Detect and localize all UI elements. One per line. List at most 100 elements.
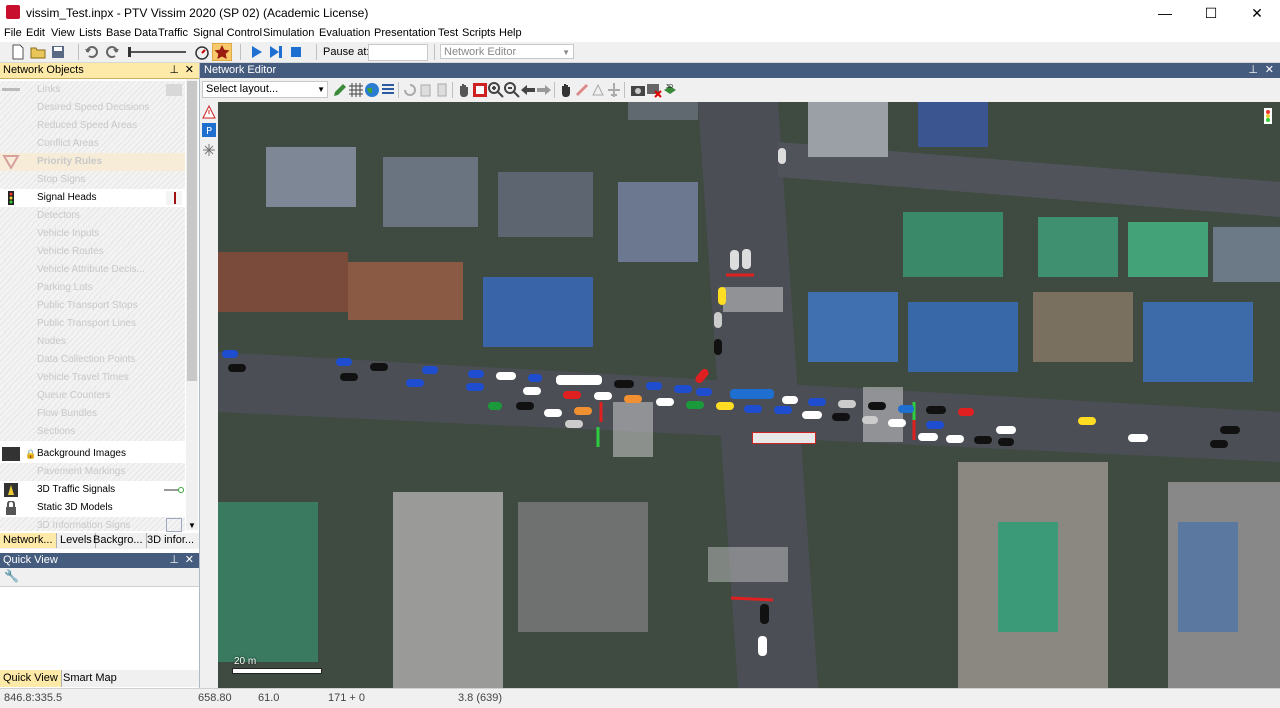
simple-network-icon[interactable]: [590, 82, 606, 98]
minimize-button[interactable]: —: [1142, 0, 1188, 26]
menu-simulation[interactable]: Simulation: [263, 27, 314, 39]
single-step-icon[interactable]: [268, 44, 284, 60]
menu-file[interactable]: File: [4, 27, 22, 39]
next-view-icon[interactable]: [536, 82, 552, 98]
list-item[interactable]: Sections: [0, 423, 185, 441]
panel-close-icon[interactable]: ✕: [185, 553, 194, 568]
list-item[interactable]: Nodes: [0, 333, 185, 351]
menu-base-data[interactable]: Base Data: [106, 27, 157, 39]
tab-3d-information[interactable]: 3D infor...: [144, 533, 197, 548]
pause-at-input[interactable]: [368, 44, 428, 61]
scale-label: 20 m: [234, 656, 257, 667]
list-item[interactable]: Data Collection Points: [0, 351, 185, 369]
menu-edit[interactable]: Edit: [26, 27, 45, 39]
list-item[interactable]: 3D Information Signs: [0, 517, 185, 532]
menu-scripts[interactable]: Scripts: [462, 27, 496, 39]
menu-lists[interactable]: Lists: [79, 27, 102, 39]
airplane-icon[interactable]: [606, 82, 622, 98]
layout-select[interactable]: Select layout... ▼: [202, 81, 328, 98]
list-item[interactable]: 🔒 Background Images: [0, 445, 185, 463]
rotate-icon[interactable]: [402, 82, 418, 98]
undo-icon[interactable]: [84, 44, 100, 60]
list-item[interactable]: Parking Lots: [0, 279, 185, 297]
crosshair-icon[interactable]: [202, 143, 216, 157]
open-folder-icon[interactable]: [30, 44, 46, 60]
list-item[interactable]: Signal Heads: [0, 189, 185, 207]
menu-signal-control[interactable]: Signal Control: [193, 27, 262, 39]
list-item[interactable]: Reduced Speed Areas: [0, 117, 185, 135]
quick-mode-star-icon[interactable]: [212, 43, 232, 61]
pin-icon[interactable]: ⊥: [169, 63, 179, 78]
pin-icon[interactable]: ⊥: [1248, 63, 1258, 78]
edit-layout-icon[interactable]: [332, 82, 348, 98]
menu-help[interactable]: Help: [499, 27, 522, 39]
list-item[interactable]: Desired Speed Decisions: [0, 99, 185, 117]
measure-icon[interactable]: [574, 82, 590, 98]
screenshot-camera-icon[interactable]: [630, 82, 646, 98]
tab-network-objects[interactable]: Network...: [0, 533, 57, 548]
network-objects-scrollbar[interactable]: ▼: [186, 79, 198, 530]
list-item[interactable]: Priority Rules: [0, 153, 185, 171]
scroll-down-icon[interactable]: ▼: [188, 521, 196, 530]
list-item[interactable]: Vehicle Travel Times: [0, 369, 185, 387]
warning-icon[interactable]: [202, 105, 216, 119]
list-item[interactable]: Public Transport Stops: [0, 297, 185, 315]
close-button[interactable]: ✕: [1234, 0, 1280, 26]
list-item[interactable]: Static 3D Models: [0, 499, 185, 517]
lock-icon[interactable]: 🔒: [25, 445, 36, 463]
menu-evaluation[interactable]: Evaluation: [319, 27, 370, 39]
new-file-icon[interactable]: [10, 44, 26, 60]
list-item[interactable]: Pavement Markings: [0, 463, 185, 481]
globe-icon[interactable]: [364, 82, 380, 98]
list-item[interactable]: Vehicle Attribute Decis...: [0, 261, 185, 279]
list-icon[interactable]: [380, 82, 396, 98]
tab-backgrounds[interactable]: Backgro...: [90, 533, 147, 548]
paste-icon[interactable]: [434, 82, 450, 98]
maximize-button[interactable]: ☐: [1188, 0, 1234, 26]
list-item[interactable]: Links: [0, 81, 185, 99]
grab-hand-icon[interactable]: [558, 82, 574, 98]
stop-icon[interactable]: [288, 44, 304, 60]
panel-close-icon[interactable]: ✕: [185, 63, 194, 78]
priority-rules-icon: [2, 155, 20, 169]
list-item[interactable]: 3D Traffic Signals: [0, 481, 185, 499]
tab-quick-view[interactable]: Quick View: [0, 670, 62, 687]
wrench-icon[interactable]: 🔧: [4, 569, 19, 583]
copy-icon[interactable]: [418, 82, 434, 98]
menu-bar: File Edit View Lists Base Data Traffic S…: [0, 26, 1280, 42]
slider-thumb[interactable]: [128, 47, 131, 57]
delete-recording-icon[interactable]: [646, 82, 662, 98]
menu-test[interactable]: Test: [438, 27, 458, 39]
list-item[interactable]: Stop Signs: [0, 171, 185, 189]
list-item[interactable]: Conflict Areas: [0, 135, 185, 153]
menu-view[interactable]: View: [51, 27, 75, 39]
parking-icon[interactable]: P: [202, 123, 216, 137]
menu-presentation[interactable]: Presentation: [374, 27, 436, 39]
zoom-all-icon[interactable]: [472, 82, 488, 98]
list-item[interactable]: Vehicle Routes: [0, 243, 185, 261]
tab-smart-map[interactable]: Smart Map: [60, 670, 120, 687]
editor-type-select[interactable]: Network Editor ▼: [440, 44, 574, 59]
play-icon[interactable]: [248, 44, 264, 60]
padlock-icon: [6, 501, 16, 515]
scrollbar-thumb[interactable]: [187, 81, 197, 381]
list-item[interactable]: Flow Bundles: [0, 405, 185, 423]
list-item[interactable]: Vehicle Inputs: [0, 225, 185, 243]
save-icon[interactable]: [50, 44, 66, 60]
3d-mode-icon[interactable]: 3D: [662, 82, 678, 98]
zoom-in-icon[interactable]: [488, 82, 504, 98]
list-item[interactable]: Queue Counters: [0, 387, 185, 405]
redo-icon[interactable]: [104, 44, 120, 60]
list-item[interactable]: Public Transport Lines: [0, 315, 185, 333]
max-speed-icon[interactable]: [194, 44, 210, 60]
network-grid-icon[interactable]: [348, 82, 364, 98]
network-editor-canvas[interactable]: 20 m: [218, 102, 1280, 688]
menu-traffic[interactable]: Traffic: [158, 27, 188, 39]
pin-icon[interactable]: ⊥: [169, 553, 179, 568]
editor-close-icon[interactable]: ✕: [1265, 63, 1274, 78]
pan-hand-icon[interactable]: [456, 82, 472, 98]
previous-view-icon[interactable]: [520, 82, 536, 98]
simulation-speed-slider[interactable]: [128, 51, 186, 53]
list-item[interactable]: Detectors: [0, 207, 185, 225]
zoom-out-icon[interactable]: [504, 82, 520, 98]
